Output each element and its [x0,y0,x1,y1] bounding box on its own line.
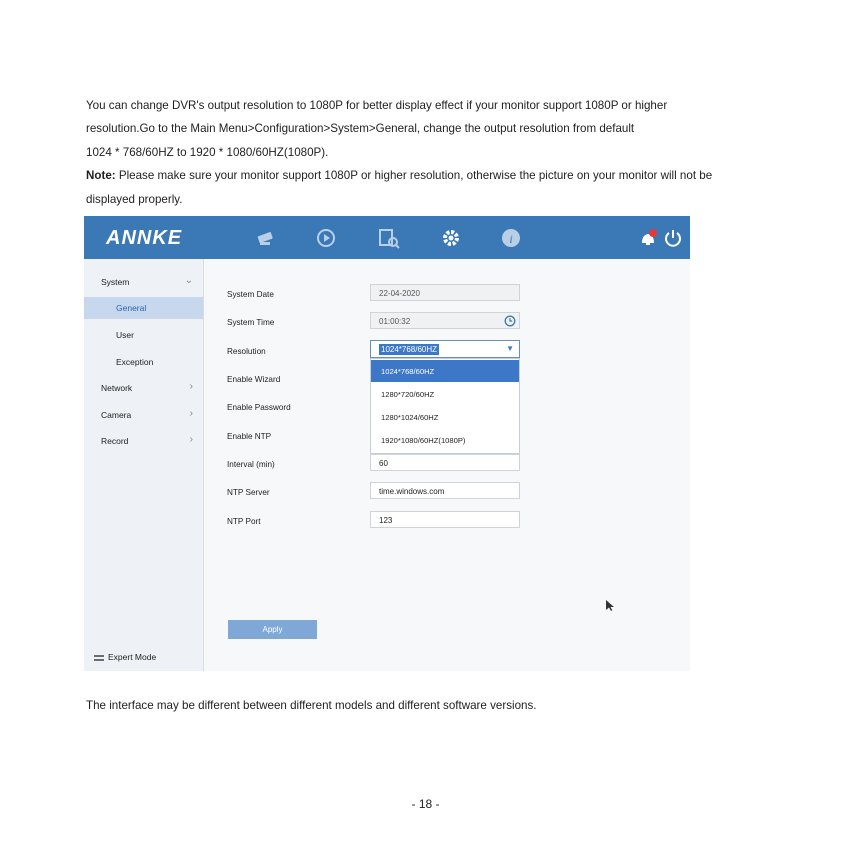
resolution-option[interactable]: 1920*1080/60HZ(1080P) [371,429,519,451]
clock-icon[interactable] [504,315,516,327]
sidebar-item-label: Camera [101,410,132,420]
system-date-field[interactable]: 22-04-2020 [370,284,520,301]
enable-ntp-label: Enable NTP [227,432,272,441]
playback-icon[interactable] [314,226,338,250]
settings-icon[interactable] [439,226,463,250]
page-number: - 18 - [411,797,440,811]
sidebar-item-network[interactable]: Network › [84,377,203,399]
mouse-cursor-icon [606,600,614,611]
dvr-screenshot: ANNKE i System ⌄ General User Exception … [84,216,690,671]
intro-paragraph: You can change DVR's output resolution t… [86,94,776,211]
enable-password-label: Enable Password [227,403,291,412]
apply-button[interactable]: Apply [228,620,317,639]
resolution-label: Resolution [227,347,266,356]
intro-line-3: 1024 * 768/60HZ to 1920 * 1080/60HZ(1080… [86,145,329,159]
sidebar: System ⌄ General User Exception Network … [84,259,204,671]
ntp-server-label: NTP Server [227,488,270,497]
sidebar-item-user[interactable]: User [84,324,203,346]
svg-text:i: i [509,232,512,246]
note-label: Note: [86,169,116,183]
chevron-right-icon: › [189,381,193,392]
note-line: Note: Please make sure your monitor supp… [86,164,776,187]
intro-line-2: resolution.Go to the Main Menu>Configura… [86,122,635,136]
power-icon[interactable] [661,226,685,250]
annke-logo: ANNKE [106,227,183,249]
system-time-field[interactable]: 01:00:32 [370,312,520,329]
ntp-server-field[interactable]: time.windows.com [370,482,520,499]
sidebar-item-general[interactable]: General [84,297,203,319]
chevron-right-icon: › [189,408,193,419]
sidebar-item-camera[interactable]: Camera › [84,404,203,426]
sidebar-item-record[interactable]: Record › [84,430,203,452]
ntp-port-field[interactable]: 123 [370,511,520,528]
top-bar: ANNKE i [84,216,690,259]
expert-mode-button[interactable]: Expert Mode [94,652,156,662]
note-line-2: displayed properly. [86,192,183,206]
intro-line-1: You can change DVR's output resolution t… [86,99,668,112]
switch-icon [94,655,104,661]
sidebar-item-label: System [101,277,130,287]
chevron-right-icon: › [189,434,193,445]
chevron-down-icon: ⌄ [184,275,193,286]
resolution-select[interactable]: 1024*768/60HZ ▼ [370,340,520,358]
sidebar-item-system[interactable]: System ⌄ [84,271,203,293]
system-time-value: 01:00:32 [379,317,411,326]
bell-icon[interactable] [636,226,660,250]
sidebar-item-label: Exception [116,357,154,367]
system-time-label: System Time [227,318,275,327]
resolution-option[interactable]: 1024*768/60HZ [371,360,519,382]
info-icon[interactable]: i [499,226,523,250]
ntp-port-label: NTP Port [227,517,261,526]
sidebar-item-label: Record [101,436,129,446]
camera-icon[interactable] [254,226,278,250]
search-icon[interactable] [377,226,401,250]
interval-field[interactable]: 60 [370,454,520,471]
sidebar-item-exception[interactable]: Exception [84,351,203,373]
interval-label: Interval (min) [227,460,275,469]
sidebar-item-label: User [116,330,134,340]
footer-note: The interface may be different between d… [86,699,537,712]
resolution-dropdown: 1024*768/60HZ 1280*720/60HZ 1280*1024/60… [370,358,520,454]
resolution-option[interactable]: 1280*720/60HZ [371,383,519,405]
enable-wizard-label: Enable Wizard [227,375,281,384]
general-settings-panel: System Date 22-04-2020 System Time 01:00… [204,259,690,671]
system-date-label: System Date [227,290,274,299]
sidebar-item-label: Network [101,383,133,393]
expert-mode-label: Expert Mode [108,652,157,662]
note-text: Please make sure your monitor support 10… [115,169,713,183]
caret-down-icon: ▼ [506,344,514,353]
sidebar-item-label: General [116,303,147,313]
resolution-value: 1024*768/60HZ [379,344,440,355]
resolution-option[interactable]: 1280*1024/60HZ [371,406,519,428]
